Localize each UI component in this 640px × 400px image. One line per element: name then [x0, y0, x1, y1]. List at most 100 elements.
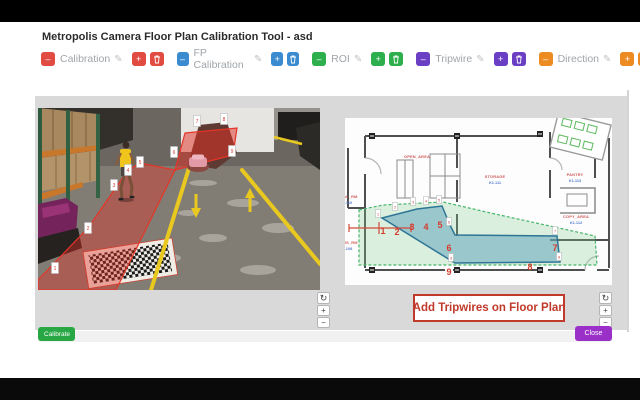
toolbar: – Calibration ✎ + – FP Calibration ✎ + –… [41, 51, 640, 67]
room-label: PANTRY [567, 172, 584, 177]
room-id: K1.108 [345, 246, 353, 251]
floorplan-refresh-button[interactable]: ↻ [599, 292, 612, 304]
trash-icon [289, 55, 297, 64]
floorplan-point-marker[interactable]: 4 [424, 197, 429, 205]
svg-text:5: 5 [437, 220, 442, 230]
toolbar-group-tripwire: – Tripwire ✎ + [416, 52, 525, 66]
floorplan-canvas[interactable]: OPEN_AREA STORAGE K1.111 PANTRY K1.113 C… [345, 118, 612, 285]
svg-text:8: 8 [223, 117, 226, 123]
room-label: STORAGE [485, 174, 506, 179]
edit-pencil-icon[interactable]: ✎ [476, 54, 484, 65]
svg-text:3: 3 [412, 201, 414, 205]
room-id: K1.110 [345, 200, 352, 205]
svg-text:5: 5 [139, 160, 142, 166]
svg-text:3: 3 [113, 183, 116, 189]
fp-calibration-visibility-chip[interactable]: – [177, 52, 189, 66]
svg-text:4: 4 [423, 222, 428, 232]
letterbox-bottom [0, 378, 640, 400]
letterbox-top [0, 0, 640, 22]
floorplan-point-marker[interactable]: 5 [437, 196, 442, 204]
svg-text:6: 6 [446, 243, 451, 253]
direction-visibility-chip[interactable]: – [539, 52, 553, 66]
camera-view-controls: ↻ + − [317, 292, 330, 329]
fp-calibration-delete-button[interactable] [287, 52, 299, 66]
trash-icon [392, 55, 400, 64]
camera-point-marker[interactable]: 3 [111, 180, 118, 191]
camera-zoom-in-button[interactable]: + [317, 305, 330, 316]
floorplan-point-marker[interactable]: 1 [376, 210, 381, 218]
svg-text:7: 7 [196, 119, 199, 125]
edit-pencil-icon[interactable]: ✎ [254, 54, 262, 65]
calibration-label: Calibration [60, 53, 110, 65]
roi-visibility-chip[interactable]: – [312, 52, 326, 66]
room-label: OPEN_AREA [404, 154, 430, 159]
svg-text:4: 4 [127, 168, 130, 174]
page-title: Metropolis Camera Floor Plan Calibration… [42, 31, 313, 43]
tripwire-label: Tripwire [435, 53, 472, 65]
svg-text:7: 7 [552, 243, 557, 253]
camera-point-marker[interactable]: 8 [221, 114, 228, 125]
app-window: Metropolis Camera Floor Plan Calibration… [0, 0, 640, 400]
roi-add-button[interactable]: + [371, 52, 385, 66]
svg-text:2: 2 [394, 206, 396, 210]
room-label: COPY_AREA [563, 214, 589, 219]
camera-point-marker[interactable]: 6 [171, 147, 178, 158]
toolbar-group-direction: – Direction ✎ + [539, 52, 640, 66]
close-button[interactable]: Close [575, 326, 612, 341]
tripwire-delete-button[interactable] [512, 52, 526, 66]
room-id: K1.111 [489, 180, 502, 185]
calibration-delete-button[interactable] [150, 52, 164, 66]
floorplan-point-marker[interactable]: 7 [553, 227, 558, 235]
floorplan-zoom-in-button[interactable]: + [599, 305, 612, 316]
floorplan-scene: OPEN_AREA STORAGE K1.111 PANTRY K1.113 C… [345, 118, 612, 285]
camera-point-marker[interactable]: 1 [52, 263, 59, 274]
svg-text:8: 8 [558, 256, 560, 260]
floorplan-point-marker[interactable]: 6 [447, 218, 452, 226]
floorplan-point-marker[interactable]: 2 [393, 203, 398, 211]
camera-point-marker[interactable]: 2 [85, 223, 92, 234]
floorplan-point-marker[interactable]: 9 [449, 254, 454, 262]
fp-calibration-add-button[interactable]: + [271, 52, 283, 66]
tripwire-add-button[interactable]: + [494, 52, 508, 66]
svg-text:2: 2 [87, 226, 90, 232]
room-label: FOCAL_RM [345, 194, 358, 199]
calibrate-button[interactable]: Calibrate [38, 327, 75, 341]
svg-text:8: 8 [527, 262, 532, 272]
svg-text:5: 5 [438, 199, 440, 203]
floorplan-view-controls: ↻ + − [599, 292, 612, 329]
floorplan-point-marker[interactable]: 8 [557, 253, 562, 261]
camera-image-canvas[interactable]: 1 2 3 4 5 6 7 8 9 [38, 108, 320, 290]
floorplan-point-marker[interactable]: 3 [411, 198, 416, 206]
horizontal-scrollbar[interactable] [38, 331, 612, 342]
svg-text:7: 7 [554, 230, 556, 234]
room-id: K1.112 [570, 220, 583, 225]
roi-delete-button[interactable] [389, 52, 403, 66]
calibration-add-button[interactable]: + [132, 52, 146, 66]
camera-point-marker[interactable]: 4 [125, 165, 132, 176]
svg-text:9: 9 [231, 149, 234, 155]
svg-text:1: 1 [377, 213, 379, 217]
svg-text:6: 6 [448, 221, 450, 225]
camera-point-marker[interactable]: 5 [137, 157, 144, 168]
room-id: K1.113 [569, 178, 582, 183]
svg-text:4: 4 [425, 200, 427, 204]
add-tripwires-banner: Add Tripwires on Floor Plan [413, 294, 565, 322]
calibration-visibility-chip[interactable]: – [41, 52, 55, 66]
svg-text:9: 9 [450, 257, 452, 261]
room-label: FOCUS_RM [345, 240, 358, 245]
camera-point-marker[interactable]: 9 [229, 146, 236, 157]
workspace-panel: 1 2 3 4 5 6 7 8 9 [35, 96, 627, 330]
toolbar-group-fp-calibration: – FP Calibration ✎ + [177, 47, 300, 71]
svg-text:6: 6 [173, 150, 176, 156]
camera-zoom-out-button[interactable]: − [317, 317, 330, 328]
tripwire-visibility-chip[interactable]: – [416, 52, 430, 66]
edit-pencil-icon[interactable]: ✎ [603, 54, 611, 65]
fp-calibration-label: FP Calibration [194, 47, 250, 71]
direction-add-button[interactable]: + [620, 52, 634, 66]
camera-refresh-button[interactable]: ↻ [317, 292, 330, 304]
camera-scene: 1 2 3 4 5 6 7 8 9 [38, 108, 320, 290]
edit-pencil-icon[interactable]: ✎ [114, 54, 122, 65]
edit-pencil-icon[interactable]: ✎ [354, 54, 362, 65]
roi-label: ROI [331, 53, 350, 65]
camera-point-marker[interactable]: 7 [194, 116, 201, 127]
